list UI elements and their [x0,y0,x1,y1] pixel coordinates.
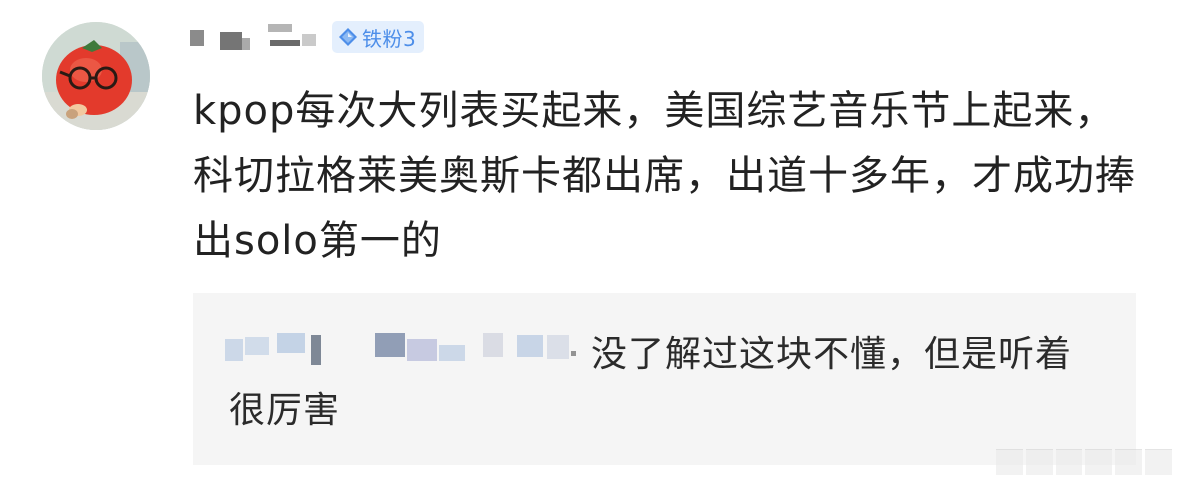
comment-body: kpop每次大列表买起来，美国综艺音乐节上起来，科切拉格莱美奥斯卡都出席，出道十… [193,88,1136,264]
diamond-icon [339,28,357,46]
fan-level-badge[interactable]: 铁粉3 [332,21,425,53]
reply-preview[interactable]: 没了解过这块不懂，但是听着很厉害 [193,293,1136,465]
username-obscured[interactable] [180,18,330,52]
avatar-image [42,22,150,130]
reply-body: 没了解过这块不懂，但是听着很厉害 [229,334,1073,431]
watermark [996,449,1172,475]
avatar[interactable] [42,22,150,130]
fan-level-label: 铁粉3 [362,26,417,51]
